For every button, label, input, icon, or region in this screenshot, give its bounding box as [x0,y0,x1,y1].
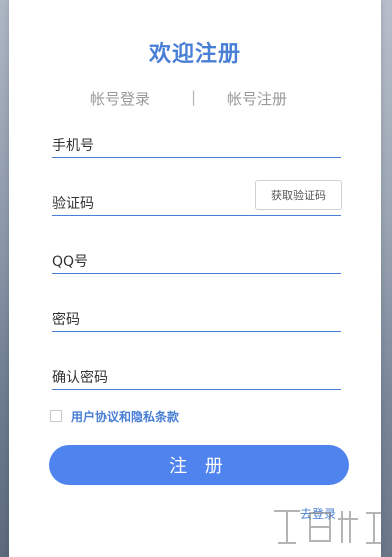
get-code-button[interactable]: 获取验证码 [255,180,342,210]
password-field [52,295,341,332]
code-field: 获取验证码 [52,179,342,216]
confirm-password-input[interactable] [52,370,341,386]
register-window: 欢迎注册 帐号登录 | 帐号注册 获取验证码 用户协议和隐私条款 注 册 去登录 [0,0,392,557]
phone-input[interactable] [52,138,341,154]
qq-input[interactable] [52,254,341,270]
phone-field [52,121,341,158]
tab-bar: 帐号登录 | 帐号注册 [9,88,381,110]
tab-separator: | [191,88,197,106]
agreement-link[interactable]: 用户协议和隐私条款 [71,408,179,425]
page-title: 欢迎注册 [148,42,241,67]
confirm-password-field [52,353,341,390]
verification-code-input[interactable] [52,196,242,212]
qq-field [52,237,341,274]
background-left [0,0,9,557]
goto-login-link[interactable]: 去登录 [300,505,336,522]
tab-login[interactable]: 帐号登录 [90,88,150,109]
register-card: 欢迎注册 帐号登录 | 帐号注册 获取验证码 用户协议和隐私条款 注 册 去登录 [9,0,381,557]
agreement-checkbox[interactable] [50,410,62,422]
tab-register[interactable]: 帐号注册 [227,88,287,109]
password-input[interactable] [52,312,341,328]
agreement-row: 用户协议和隐私条款 [50,408,179,424]
background-right [381,0,392,557]
register-button[interactable]: 注 册 [49,445,349,485]
